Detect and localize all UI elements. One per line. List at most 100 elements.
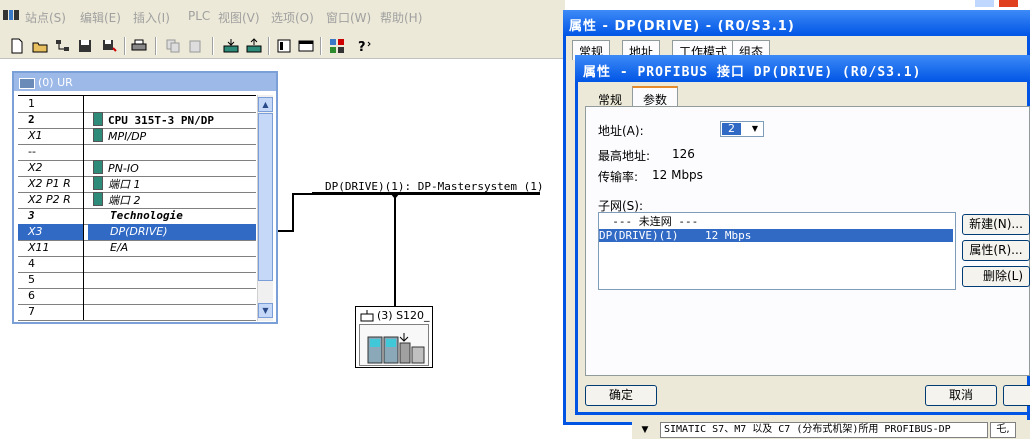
rack-row[interactable]: 3 Technologie bbox=[18, 208, 256, 225]
menu-insert[interactable]: 插入(I) bbox=[133, 9, 170, 26]
subnet-list[interactable]: --- 未连网 --- DP(DRIVE)(1) 12 Mbps bbox=[598, 212, 956, 290]
interface-icon bbox=[93, 128, 103, 142]
interface-icon bbox=[93, 160, 103, 174]
ok-button[interactable]: 确定 bbox=[585, 385, 657, 406]
delete-subnet-button[interactable]: 删除(L) bbox=[962, 266, 1030, 287]
rack-row[interactable]: 5 bbox=[18, 272, 256, 289]
rack-row[interactable]: X1 MPI/DP bbox=[18, 128, 256, 145]
rack-row[interactable]: X2 P1 R 端口 1 bbox=[18, 176, 256, 193]
hw-config-icon[interactable] bbox=[3, 8, 19, 22]
rack-title-bar[interactable]: (0) UR bbox=[14, 73, 276, 91]
s120-device[interactable]: (3) S120_ bbox=[355, 306, 433, 368]
rack-title: (0) UR bbox=[38, 76, 73, 89]
rack-row[interactable]: 4 bbox=[18, 256, 256, 273]
save-icon[interactable] bbox=[76, 37, 94, 54]
menu-options[interactable]: 选项(O) bbox=[271, 9, 314, 26]
new-icon[interactable] bbox=[8, 37, 26, 54]
address-select[interactable]: 2 ▼ bbox=[720, 121, 764, 137]
open-icon[interactable] bbox=[31, 37, 49, 54]
copy-icon[interactable] bbox=[164, 37, 182, 54]
dp-properties-title: 属性 - DP(DRIVE) - (R0/S3.1) bbox=[569, 19, 795, 34]
slot-cell: 6 bbox=[18, 288, 84, 304]
upload-icon[interactable] bbox=[245, 37, 263, 54]
chevron-down-icon[interactable]: ▼ bbox=[748, 123, 762, 135]
network-icon[interactable] bbox=[54, 37, 72, 54]
rack-row[interactable]: 6 bbox=[18, 288, 256, 305]
print-icon[interactable] bbox=[130, 37, 148, 54]
address-label: 地址(A): bbox=[598, 124, 644, 138]
help-button[interactable] bbox=[1003, 385, 1030, 406]
dp-connection-line bbox=[278, 230, 292, 232]
toolbar-separator bbox=[124, 37, 126, 55]
module-cell: Technologie bbox=[110, 209, 183, 222]
chevron-down-icon[interactable]: ▼ bbox=[636, 422, 654, 438]
module-cell: E/A bbox=[110, 241, 129, 254]
cancel-button[interactable]: 取消 bbox=[925, 385, 997, 406]
module-cell: PN-IO bbox=[108, 162, 139, 175]
tab-inner-general[interactable]: 常规 bbox=[588, 88, 632, 108]
rack-row[interactable]: 1 bbox=[18, 96, 256, 113]
address-value: 2 bbox=[722, 123, 741, 135]
rack-window[interactable]: (0) UR 1 2 CPU 315T-3 PN/DP X1 MPI/DP --… bbox=[12, 71, 278, 324]
toolbar-separator bbox=[155, 37, 157, 55]
slot-cell: X2 bbox=[18, 160, 84, 176]
transmission-rate-value: 12 Mbps bbox=[652, 168, 703, 182]
rack-row[interactable]: -- bbox=[18, 144, 256, 161]
profibus-interface-title-bar[interactable]: 属性 - PROFIBUS 接口 DP(DRIVE) (R0/S3.1) bbox=[575, 55, 1030, 82]
scroll-down-icon[interactable]: ▼ bbox=[258, 303, 273, 318]
slot-cell: 3 bbox=[18, 208, 84, 224]
new-subnet-button[interactable]: 新建(N)... bbox=[962, 214, 1030, 235]
dp-connection-line bbox=[292, 193, 314, 195]
rack-row[interactable]: 7 bbox=[18, 304, 256, 321]
scroll-up-icon[interactable]: ▲ bbox=[258, 97, 273, 112]
rack-scrollbar[interactable]: ▲ ▼ bbox=[257, 95, 273, 321]
slot-cell: X2 P1 R bbox=[18, 176, 84, 192]
rack-row[interactable]: X2 PN-IO bbox=[18, 160, 256, 177]
menu-station[interactable]: 站点(S) bbox=[25, 9, 66, 26]
subnet-item-not-networked[interactable]: --- 未连网 --- bbox=[599, 215, 953, 228]
dp-properties-title-bar[interactable]: 属性 - DP(DRIVE) - (R0/S3.1) bbox=[563, 10, 1030, 36]
tab-parameters[interactable]: 参数 bbox=[632, 86, 679, 108]
slot-cell: 2 bbox=[18, 112, 84, 128]
menu-window[interactable]: 窗口(W) bbox=[326, 9, 371, 26]
diagnostics-icon[interactable] bbox=[328, 37, 346, 54]
module-cell: CPU 315T-3 PN/DP bbox=[108, 114, 214, 127]
transmission-rate-label: 传输率: bbox=[598, 170, 639, 184]
rack-row[interactable]: 2 CPU 315T-3 PN/DP bbox=[18, 112, 256, 129]
close-window-icon[interactable] bbox=[998, 0, 1019, 8]
save-compile-icon[interactable] bbox=[100, 37, 118, 54]
download-icon[interactable] bbox=[222, 37, 240, 54]
slot-cell: 7 bbox=[18, 304, 84, 320]
slot-cell: X11 bbox=[18, 240, 84, 256]
menu-edit[interactable]: 编辑(E) bbox=[80, 9, 121, 26]
module-cell: 端口 1 bbox=[108, 178, 141, 191]
subnet-properties-button[interactable]: 属性(R)... bbox=[962, 240, 1030, 261]
menu-help[interactable]: 帮助(H) bbox=[380, 9, 422, 26]
module-cell bbox=[88, 304, 256, 320]
subnet-item-dp-drive[interactable]: DP(DRIVE)(1) 12 Mbps bbox=[599, 229, 953, 242]
slot-cell: X1 bbox=[18, 128, 84, 144]
module-cell bbox=[88, 96, 256, 112]
rack-row-selected[interactable]: X3 DP(DRIVE) bbox=[18, 224, 256, 241]
slot-cell: X3 bbox=[18, 224, 84, 240]
menu-plc[interactable]: PLC bbox=[188, 9, 210, 23]
toolbar-separator bbox=[212, 37, 214, 55]
rack-row[interactable]: X11 E/A bbox=[18, 240, 256, 257]
dp-connection-line bbox=[292, 193, 294, 232]
paste-icon[interactable] bbox=[186, 37, 204, 54]
profibus-line[interactable] bbox=[312, 192, 540, 195]
help-icon[interactable]: ? bbox=[355, 37, 373, 54]
cpu-module-icon bbox=[93, 112, 103, 126]
ime-indicator[interactable]: 乇, bbox=[990, 422, 1016, 438]
s120-drive-icon bbox=[359, 324, 429, 366]
help-window-icon[interactable] bbox=[974, 0, 995, 8]
catalog-icon[interactable] bbox=[275, 37, 293, 54]
profibus-interface-title: 属性 - PROFIBUS 接口 DP(DRIVE) (R0/S3.1) bbox=[583, 65, 922, 80]
module-cell bbox=[88, 288, 256, 304]
rack-row[interactable]: X2 P2 R 端口 2 bbox=[18, 192, 256, 209]
rack-icon bbox=[19, 78, 35, 89]
menu-view[interactable]: 视图(V) bbox=[218, 9, 260, 26]
scroll-thumb[interactable] bbox=[258, 113, 273, 281]
window-icon[interactable] bbox=[297, 37, 315, 54]
slot-cell: 5 bbox=[18, 272, 84, 288]
